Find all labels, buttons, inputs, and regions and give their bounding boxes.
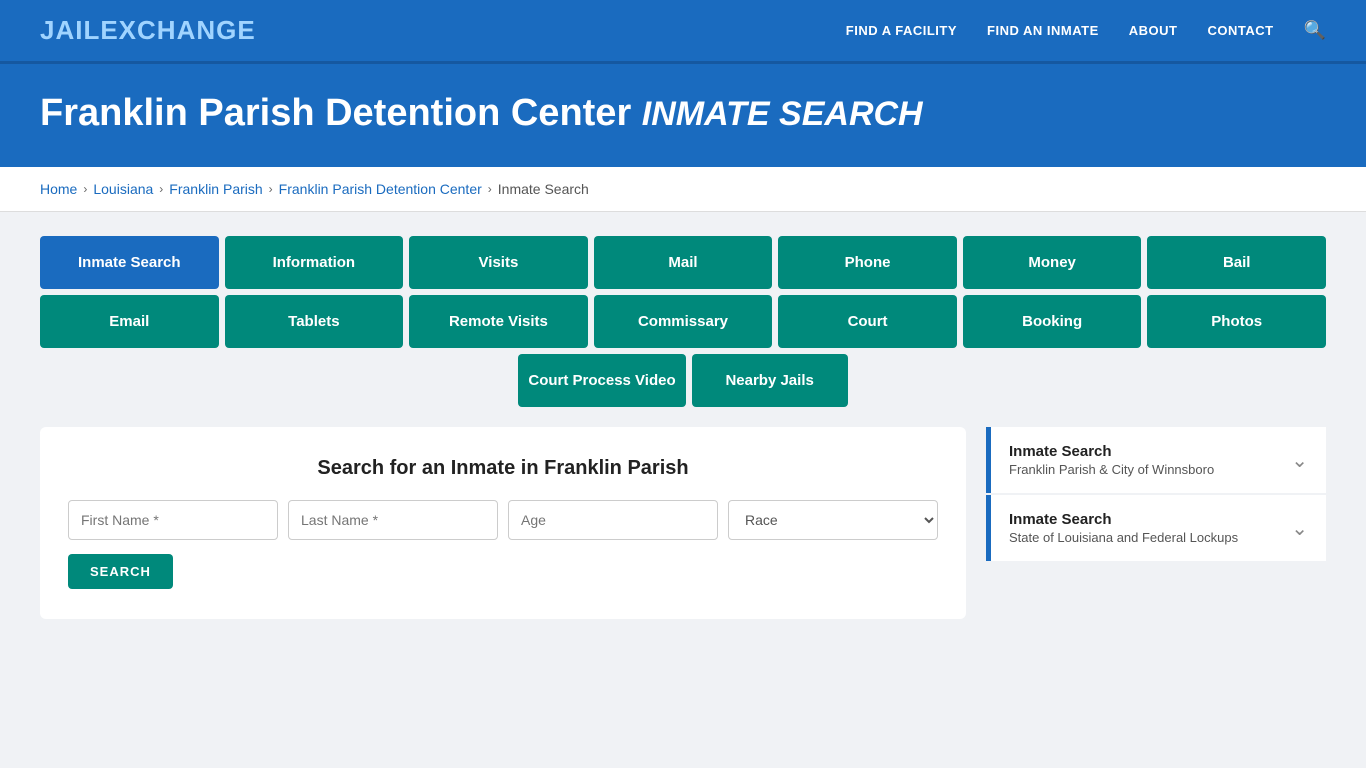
nav-buttons-row2: Email Tablets Remote Visits Commissary C… xyxy=(40,295,1326,348)
nav-find-facility[interactable]: FIND A FACILITY xyxy=(846,23,957,38)
site-header: JAILEXCHANGE FIND A FACILITY FIND AN INM… xyxy=(0,0,1366,64)
site-logo[interactable]: JAILEXCHANGE xyxy=(40,15,256,46)
breadcrumb-sep-2: › xyxy=(159,182,163,196)
age-input[interactable] xyxy=(508,500,718,540)
breadcrumb-sep-1: › xyxy=(83,182,87,196)
logo-exchange: EXCHANGE xyxy=(100,15,255,45)
sidebar-item-franklin-sub: Franklin Parish & City of Winnsboro xyxy=(1009,462,1214,477)
sidebar-item-franklin[interactable]: Inmate Search Franklin Parish & City of … xyxy=(986,427,1326,493)
btn-nearby-jails[interactable]: Nearby Jails xyxy=(692,354,848,407)
hero-subtitle: INMATE SEARCH xyxy=(642,95,923,133)
btn-money[interactable]: Money xyxy=(963,236,1142,289)
content-area: Search for an Inmate in Franklin Parish … xyxy=(40,427,1326,619)
btn-visits[interactable]: Visits xyxy=(409,236,588,289)
search-button[interactable]: SEARCH xyxy=(68,554,173,589)
breadcrumb-franklin-parish[interactable]: Franklin Parish xyxy=(169,181,262,197)
sidebar-item-louisiana[interactable]: Inmate Search State of Louisiana and Fed… xyxy=(986,495,1326,561)
sidebar-item-louisiana-sub: State of Louisiana and Federal Lockups xyxy=(1009,530,1238,545)
breadcrumb: Home › Louisiana › Franklin Parish › Fra… xyxy=(40,181,1326,197)
btn-phone[interactable]: Phone xyxy=(778,236,957,289)
btn-court[interactable]: Court xyxy=(778,295,957,348)
race-select[interactable]: Race White Black Hispanic Asian Other xyxy=(728,500,938,540)
hero-main-title: Franklin Parish Detention Center xyxy=(40,92,631,134)
sidebar-item-franklin-text: Inmate Search Franklin Parish & City of … xyxy=(1009,443,1214,477)
breadcrumb-fpdc[interactable]: Franklin Parish Detention Center xyxy=(279,181,482,197)
breadcrumb-louisiana[interactable]: Louisiana xyxy=(93,181,153,197)
btn-information[interactable]: Information xyxy=(225,236,404,289)
nav-contact[interactable]: CONTACT xyxy=(1207,23,1273,38)
breadcrumb-current: Inmate Search xyxy=(498,181,589,197)
btn-tablets[interactable]: Tablets xyxy=(225,295,404,348)
first-name-input[interactable] xyxy=(68,500,278,540)
sidebar-item-louisiana-text: Inmate Search State of Louisiana and Fed… xyxy=(1009,511,1238,545)
btn-email[interactable]: Email xyxy=(40,295,219,348)
chevron-down-icon-2: ⌄ xyxy=(1291,516,1308,541)
breadcrumb-sep-3: › xyxy=(269,182,273,196)
breadcrumb-bar: Home › Louisiana › Franklin Parish › Fra… xyxy=(0,167,1366,212)
breadcrumb-home[interactable]: Home xyxy=(40,181,77,197)
search-fields: Race White Black Hispanic Asian Other xyxy=(68,500,938,540)
logo-jail: JAIL xyxy=(40,15,100,45)
chevron-down-icon: ⌄ xyxy=(1291,448,1308,473)
nav-find-inmate[interactable]: FIND AN INMATE xyxy=(987,23,1099,38)
main-nav: FIND A FACILITY FIND AN INMATE ABOUT CON… xyxy=(846,20,1326,41)
btn-photos[interactable]: Photos xyxy=(1147,295,1326,348)
sidebar: Inmate Search Franklin Parish & City of … xyxy=(986,427,1326,563)
sidebar-item-louisiana-title: Inmate Search xyxy=(1009,511,1238,528)
breadcrumb-sep-4: › xyxy=(488,182,492,196)
page-title: Franklin Parish Detention Center INMATE … xyxy=(40,92,1326,135)
btn-court-process-video[interactable]: Court Process Video xyxy=(518,354,685,407)
nav-buttons-row3: Court Process Video Nearby Jails xyxy=(40,354,1326,407)
search-icon[interactable]: 🔍 xyxy=(1304,20,1326,41)
btn-remote-visits[interactable]: Remote Visits xyxy=(409,295,588,348)
btn-bail[interactable]: Bail xyxy=(1147,236,1326,289)
search-form-container: Search for an Inmate in Franklin Parish … xyxy=(40,427,966,619)
btn-inmate-search[interactable]: Inmate Search xyxy=(40,236,219,289)
btn-booking[interactable]: Booking xyxy=(963,295,1142,348)
hero-section: Franklin Parish Detention Center INMATE … xyxy=(0,64,1366,167)
btn-mail[interactable]: Mail xyxy=(594,236,773,289)
main-content: Inmate Search Information Visits Mail Ph… xyxy=(0,212,1366,643)
btn-commissary[interactable]: Commissary xyxy=(594,295,773,348)
last-name-input[interactable] xyxy=(288,500,498,540)
search-form-title: Search for an Inmate in Franklin Parish xyxy=(68,457,938,480)
sidebar-item-franklin-title: Inmate Search xyxy=(1009,443,1214,460)
nav-buttons-row1: Inmate Search Information Visits Mail Ph… xyxy=(40,236,1326,289)
nav-about[interactable]: ABOUT xyxy=(1129,23,1178,38)
